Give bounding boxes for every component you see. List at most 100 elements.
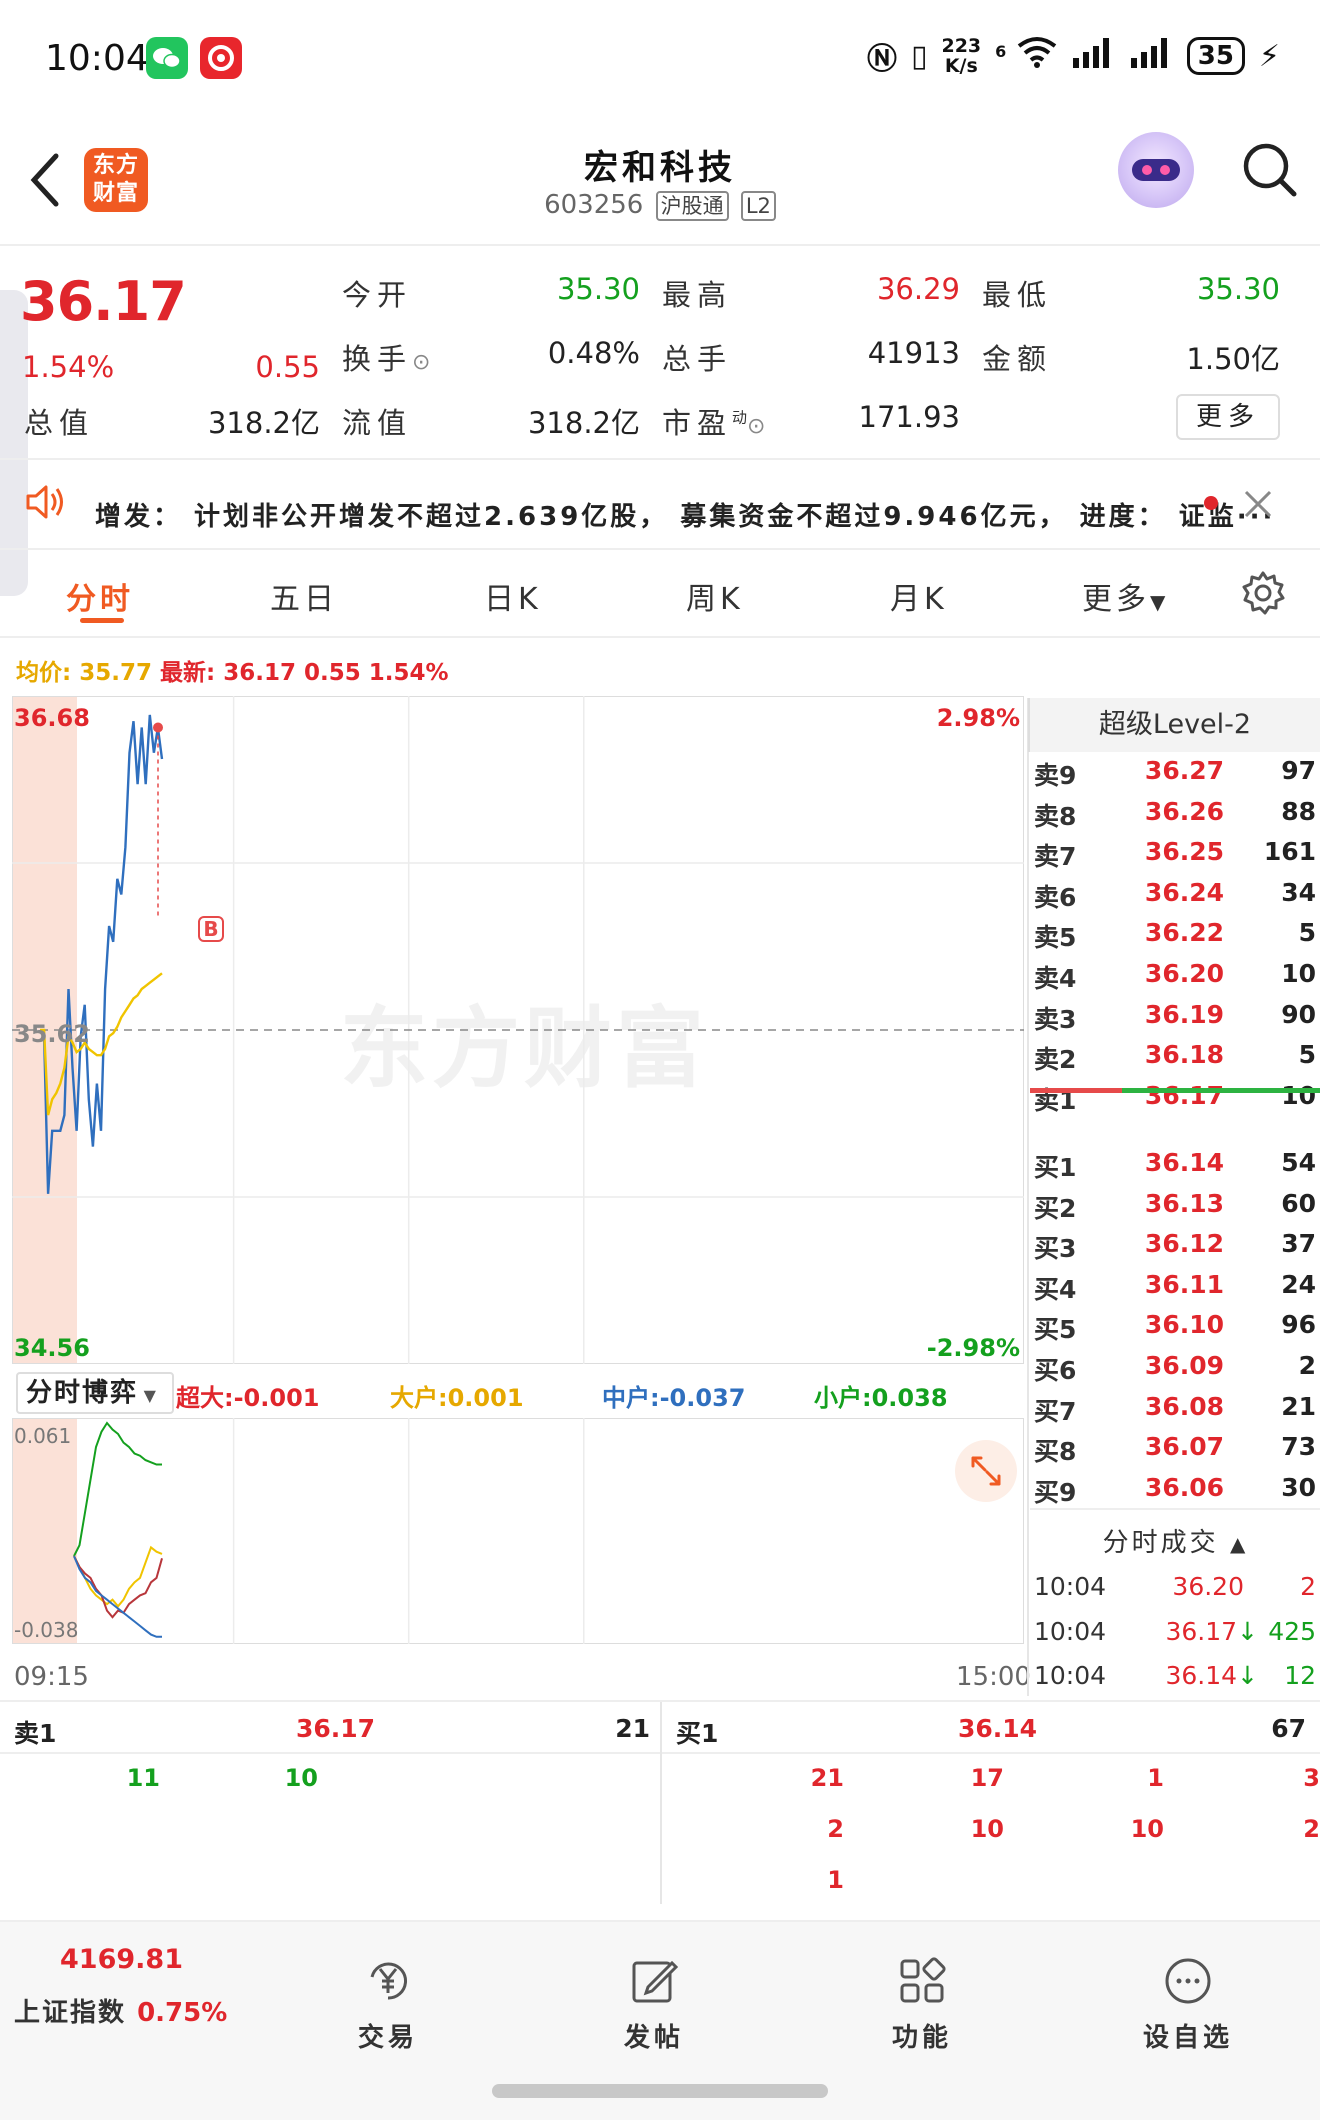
indicator-mid: 中户:-0.037	[602, 1384, 746, 1412]
trade-icon	[370, 1962, 408, 2000]
level-volume: 5	[1298, 1040, 1316, 1070]
level-volume: 37	[1281, 1229, 1316, 1259]
ticks-title[interactable]: 分时成交 ▲	[1028, 1522, 1320, 1559]
bid-level-row[interactable]: 买1 36.14 54	[1034, 1148, 1316, 1188]
bid-level-row[interactable]: 买5 36.10 96	[1034, 1310, 1316, 1350]
level-label: 卖7	[1034, 842, 1077, 872]
ask-level-row[interactable]: 卖9 36.27 97	[1034, 756, 1316, 796]
bid-level-row[interactable]: 买7 36.08 21	[1034, 1392, 1316, 1432]
tab-more[interactable]: 更多▼	[1082, 574, 1165, 618]
side-drawer-handle[interactable]	[0, 290, 28, 596]
change-percent: 1.54%	[22, 350, 115, 384]
level-label: 买8	[1034, 1437, 1077, 1467]
home-indicator[interactable]	[492, 2084, 828, 2098]
bid-level-row[interactable]: 买6 36.09 2	[1034, 1351, 1316, 1391]
ask-level-row[interactable]: 卖1 36.17 10	[1034, 1081, 1316, 1121]
queue-sell-total: 21	[615, 1714, 650, 1743]
ask-level-row[interactable]: 卖7 36.25 161	[1034, 837, 1316, 877]
indicator-select[interactable]: 分时博弈 ▼	[16, 1372, 174, 1414]
level-price: 36.18	[1144, 1040, 1224, 1070]
bid-level-row[interactable]: 买2 36.13 60	[1034, 1189, 1316, 1229]
grid-icon	[900, 1957, 946, 2003]
level-label: 卖3	[1034, 1004, 1077, 1034]
info-icon: ⊙	[412, 350, 431, 375]
announcement-text[interactable]: 增发： 计划非公开增发不超过2.639亿股， 募集资金不超过9.946亿元， 进…	[95, 496, 1275, 533]
pe-value: 171.93	[858, 400, 960, 434]
mktcap-value: 318.2亿	[207, 406, 320, 440]
search-icon	[1243, 143, 1297, 197]
caret-down-icon: ▼	[1150, 590, 1166, 614]
open-label: 今开	[342, 278, 413, 312]
search-button[interactable]	[1240, 140, 1300, 200]
ask-level-row[interactable]: 卖8 36.26 88	[1034, 797, 1316, 837]
orderbook-title[interactable]: 超级Level-2	[1028, 698, 1320, 752]
ask-level-row[interactable]: 卖6 36.24 34	[1034, 878, 1316, 918]
level-price: 36.08	[1144, 1391, 1224, 1421]
queue-order: 1	[1147, 1764, 1164, 1792]
nav-post[interactable]: 发帖	[584, 1955, 724, 2054]
indicator-line	[73, 1555, 162, 1638]
ask-level-row[interactable]: 卖3 36.19 90	[1034, 1000, 1316, 1040]
expand-chart-button[interactable]	[955, 1440, 1017, 1502]
bid-level-row[interactable]: 买9 36.06 30	[1034, 1473, 1316, 1513]
level-price: 36.27	[1144, 756, 1224, 785]
level-label: 卖5	[1034, 923, 1077, 953]
tab-weekly-k[interactable]: 周K	[686, 574, 744, 618]
level-price: 36.07	[1144, 1432, 1224, 1462]
level-volume: 30	[1281, 1472, 1316, 1502]
ask-level-row[interactable]: 卖5 36.22 5	[1034, 918, 1316, 958]
queue-order: 3	[1303, 1764, 1320, 1792]
chart-summary: 均价: 35.77 最新: 36.17 0.55 1.54%	[16, 660, 449, 686]
high-label: 最高	[662, 278, 733, 312]
level-label: 卖2	[1034, 1045, 1077, 1075]
ask-level-row[interactable]: 卖2 36.18 5	[1034, 1040, 1316, 1080]
bid-level-row[interactable]: 买8 36.07 73	[1034, 1432, 1316, 1472]
level-volume: 96	[1281, 1310, 1316, 1340]
battery-indicator: 35	[1186, 37, 1245, 75]
indicator-bottom: -0.038	[14, 1618, 79, 1642]
nav-functions[interactable]: 功能	[852, 1955, 992, 2054]
quote-more-button[interactable]: 更多	[1176, 394, 1280, 440]
charging-icon: ⚡	[1258, 38, 1280, 74]
level-volume: 10	[1281, 1080, 1316, 1110]
level-label: 买4	[1034, 1274, 1077, 1304]
pe-label: 市盈动⊙	[662, 406, 766, 440]
level-price: 36.13	[1144, 1188, 1224, 1218]
nav-add-watchlist[interactable]: 设自选	[1118, 1955, 1258, 2054]
buy-signal-marker[interactable]: B	[198, 916, 224, 942]
signal-icon-2	[1129, 36, 1173, 76]
gear-icon	[1242, 571, 1285, 615]
tab-daily-k[interactable]: 日K	[484, 574, 542, 618]
index-value[interactable]: 4169.81	[60, 1944, 183, 1975]
chart-settings-button[interactable]	[1240, 570, 1286, 620]
close-notice-button[interactable]	[1242, 488, 1274, 524]
queue-buy-price: 36.14	[958, 1714, 1038, 1743]
level-price: 36.22	[1144, 918, 1224, 948]
bid-level-row[interactable]: 买4 36.11 24	[1034, 1270, 1316, 1310]
nav-trade[interactable]: 交易	[318, 1955, 458, 2054]
level-label: 卖6	[1034, 882, 1077, 912]
index-label[interactable]: 上证指数 0.75%	[14, 1992, 227, 2029]
price-line	[38, 714, 164, 1194]
level-label: 买7	[1034, 1396, 1077, 1426]
tab-intraday[interactable]: 分时	[66, 574, 134, 618]
volume-value: 41913	[867, 336, 960, 370]
queue-order: 2	[1303, 1815, 1320, 1843]
tab-monthly-k[interactable]: 月K	[890, 574, 948, 618]
level-price: 36.25	[1144, 837, 1224, 867]
expand-icon	[971, 1456, 1001, 1486]
float-value: 318.2亿	[527, 406, 640, 440]
level-volume: 10	[1281, 959, 1316, 988]
queue-order: 10	[1130, 1815, 1164, 1843]
indicator-big: 大户:0.001	[390, 1384, 524, 1412]
assistant-avatar[interactable]	[1118, 132, 1194, 208]
ask-level-row[interactable]: 卖4 36.20 10	[1034, 959, 1316, 999]
mktcap-label: 总值	[24, 406, 95, 440]
bid-level-row[interactable]: 买3 36.12 37	[1034, 1229, 1316, 1269]
queue-order: 10	[284, 1764, 318, 1792]
indicator-top: 0.061	[14, 1424, 72, 1448]
app-notification-icon	[200, 37, 242, 79]
level-label: 卖8	[1034, 801, 1077, 831]
tab-five-day[interactable]: 五日	[270, 574, 338, 618]
level-label: 买3	[1034, 1234, 1077, 1264]
